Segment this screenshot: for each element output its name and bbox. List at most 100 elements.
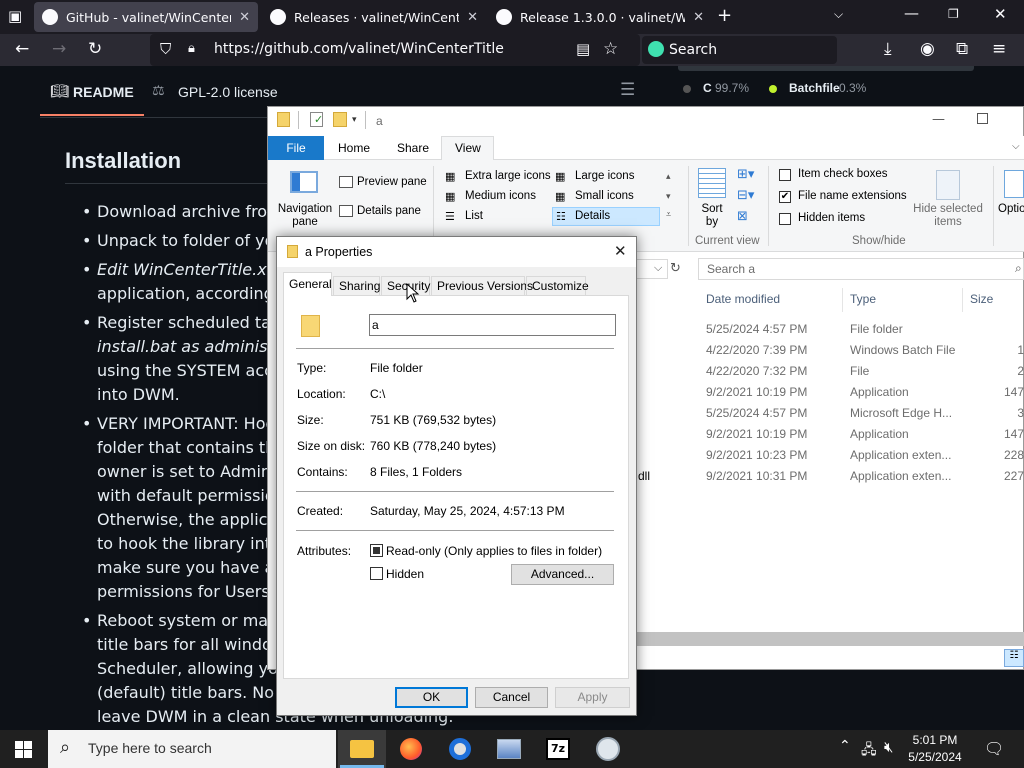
close-icon[interactable]: ✕ xyxy=(693,10,704,25)
details-pane-button[interactable]: Details pane xyxy=(357,205,421,217)
layout-list[interactable]: List xyxy=(465,210,483,222)
column-date-modified[interactable]: Date modified xyxy=(706,292,780,306)
search-input[interactable]: Search xyxy=(669,42,717,58)
tab-view[interactable]: View xyxy=(455,141,481,155)
chevron-down-icon[interactable]: ⌵ xyxy=(834,8,843,20)
browser-tab-releases[interactable]: Releases · valinet/WinCenterTitle ✕ xyxy=(262,2,486,32)
layout-small-icons[interactable]: Small icons xyxy=(575,190,634,202)
forward-icon[interactable]: → xyxy=(52,41,66,58)
shield-icon[interactable]: ⛉ xyxy=(160,42,171,57)
refresh-icon[interactable]: ↻ xyxy=(670,261,681,276)
chevron-down-icon[interactable]: ⌵ xyxy=(654,261,662,275)
column-size[interactable]: Size xyxy=(970,292,993,306)
layout-details[interactable]: Details xyxy=(575,210,610,222)
language-name[interactable]: Batchfile xyxy=(789,81,840,95)
firefox-icon[interactable] xyxy=(400,738,422,760)
tab-general[interactable]: General xyxy=(289,277,332,291)
search-input[interactable]: Search a xyxy=(707,262,755,276)
table-row[interactable]: 9/2/2021 10:19 PM Application 147 xyxy=(636,381,1024,402)
notifications-icon[interactable]: 🗨︎ xyxy=(984,739,1004,758)
clock-app-icon[interactable] xyxy=(596,737,620,761)
advanced-button[interactable]: Advanced... xyxy=(511,564,614,585)
menu-icon[interactable]: ≡ xyxy=(992,41,1006,58)
sort-by-button[interactable]: Sort by xyxy=(697,203,727,229)
hidden-checkbox[interactable] xyxy=(370,567,383,580)
table-row[interactable]: dll 9/2/2021 10:31 PM Application exten.… xyxy=(636,465,1024,486)
hide-selected-items-button[interactable]: Hide selected items xyxy=(908,203,988,229)
tab-home[interactable]: Home xyxy=(338,141,370,155)
extensions-icon[interactable]: ⧉ xyxy=(956,41,968,58)
minimize-icon[interactable]: — xyxy=(932,112,945,127)
lock-icon[interactable]: 🔒︎ xyxy=(188,42,195,55)
address-dropdown[interactable] xyxy=(636,259,668,279)
clock-date[interactable]: 5/25/2024 xyxy=(905,750,965,764)
item-check-boxes-checkbox[interactable] xyxy=(779,169,791,181)
ok-button[interactable]: OK xyxy=(395,687,468,708)
table-row[interactable]: 9/2/2021 10:23 PM Application exten... 2… xyxy=(636,444,1024,465)
item-check-boxes-label[interactable]: Item check boxes xyxy=(798,168,887,180)
url-text[interactable]: https://github.com/valinet/WinCenterTitl… xyxy=(214,41,504,57)
account-icon[interactable]: ◉ xyxy=(920,41,935,58)
table-row[interactable]: 5/25/2024 4:57 PM File folder xyxy=(636,318,1024,339)
scroll-down-icon[interactable]: ▾ xyxy=(666,192,671,202)
volume-muted-icon[interactable]: 🔇︎ xyxy=(884,738,893,756)
file-name-extensions-label[interactable]: File name extensions xyxy=(798,190,907,202)
ribbon-expand-icon[interactable]: ⌵ xyxy=(1012,141,1020,152)
more-layouts-icon[interactable]: ⩡ xyxy=(666,210,671,220)
download-icon[interactable]: ⤓ xyxy=(884,41,892,58)
browser-tab-release[interactable]: Release 1.3.0.0 · valinet/WinCenterTitle… xyxy=(488,2,712,32)
add-columns-icon[interactable]: ⊟▾ xyxy=(737,188,754,203)
layout-large-icons[interactable]: Large icons xyxy=(575,170,634,182)
quick-access-dropdown-icon[interactable]: ▾ xyxy=(352,115,357,125)
7zip-icon[interactable]: 7z xyxy=(546,738,570,760)
close-window-icon[interactable]: ✕ xyxy=(994,7,1007,22)
clock-time[interactable]: 5:01 PM xyxy=(905,733,965,747)
close-icon[interactable]: ✕ xyxy=(239,10,250,25)
column-type[interactable]: Type xyxy=(850,292,876,306)
readme-tab[interactable]: README xyxy=(73,84,134,100)
maximize-icon[interactable] xyxy=(977,113,988,124)
scroll-up-icon[interactable]: ▴ xyxy=(666,172,671,182)
tab-sharing[interactable]: Sharing xyxy=(339,279,380,293)
table-row[interactable]: 4/22/2020 7:39 PM Windows Batch File 1 xyxy=(636,339,1024,360)
horizontal-scrollbar[interactable] xyxy=(636,632,1024,646)
tab-previous-versions[interactable]: Previous Versions xyxy=(437,279,533,293)
layout-medium-icons[interactable]: Medium icons xyxy=(465,190,536,202)
back-icon[interactable]: ← xyxy=(15,41,29,58)
bookmark-star-icon[interactable]: ☆ xyxy=(603,41,618,58)
outline-icon[interactable]: ☰ xyxy=(620,82,635,99)
hidden-label[interactable]: Hidden xyxy=(386,567,424,581)
cancel-button[interactable]: Cancel xyxy=(475,687,548,708)
network-icon[interactable]: 🖧︎ xyxy=(861,739,877,763)
tab-customize[interactable]: Customize xyxy=(532,279,589,293)
name-input[interactable] xyxy=(369,314,616,336)
details-view-toggle-icon[interactable]: ☷ xyxy=(1004,649,1024,667)
new-tab-icon[interactable]: + xyxy=(717,7,732,25)
minimize-icon[interactable]: — xyxy=(904,6,919,21)
close-icon[interactable]: ✕ xyxy=(467,10,478,25)
size-columns-icon[interactable]: ⊠ xyxy=(737,209,748,224)
options-button[interactable]: Optio xyxy=(998,203,1024,215)
restore-icon[interactable]: ❐ xyxy=(948,8,959,20)
tab-list-icon[interactable]: ▣ xyxy=(8,9,22,24)
taskbar-search-input[interactable]: Type here to search xyxy=(88,740,212,756)
file-explorer-icon[interactable] xyxy=(350,740,374,758)
apply-button[interactable]: Apply xyxy=(555,687,630,708)
layout-extra-large-icons[interactable]: Extra large icons xyxy=(465,170,551,182)
table-row[interactable]: 5/25/2024 4:57 PM Microsoft Edge H... 3 xyxy=(636,402,1024,423)
navigation-pane-button[interactable]: Navigation pane xyxy=(276,203,334,229)
file-name-extensions-checkbox[interactable]: ✔ xyxy=(779,191,791,203)
close-icon[interactable]: ✕ xyxy=(614,242,627,260)
table-row[interactable]: 9/2/2021 10:19 PM Application 147 xyxy=(636,423,1024,444)
group-by-icon[interactable]: ⊞▾ xyxy=(737,167,754,182)
new-folder-icon[interactable] xyxy=(333,112,347,127)
chromium-icon[interactable] xyxy=(449,738,471,760)
tab-share[interactable]: Share xyxy=(397,141,429,155)
reader-view-icon[interactable]: ▤ xyxy=(576,42,590,57)
readonly-label[interactable]: Read-only (Only applies to files in fold… xyxy=(386,544,602,558)
reload-icon[interactable]: ↻ xyxy=(88,41,102,58)
language-name[interactable]: C xyxy=(703,81,712,95)
system-icon[interactable] xyxy=(497,739,521,759)
name-input-value[interactable]: a xyxy=(372,318,379,332)
windows-start-icon[interactable] xyxy=(15,741,32,758)
